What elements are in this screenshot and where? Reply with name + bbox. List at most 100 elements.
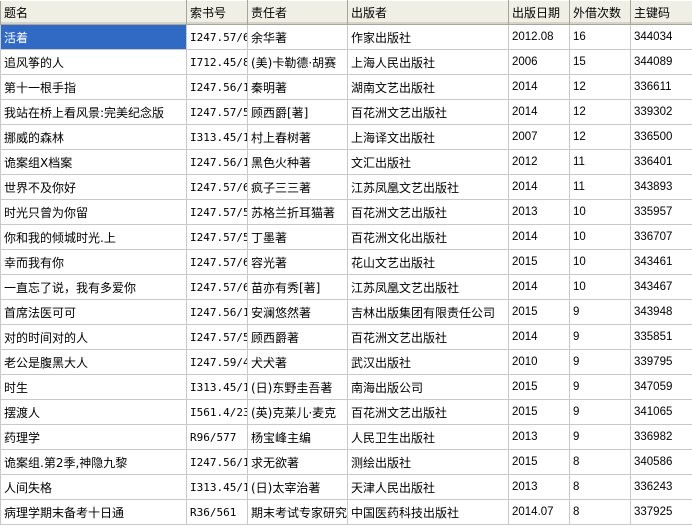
cell-publisher[interactable]: 百花洲文艺出版社 [347, 99, 509, 125]
cell-publisher[interactable]: 江苏凤凰文艺出版社 [347, 274, 509, 300]
cell-loan-count[interactable]: 10 [569, 249, 631, 275]
cell-title[interactable]: 幸而我有你 [0, 249, 187, 275]
cell-publish-date[interactable]: 2014 [508, 324, 570, 350]
cell-loan-count[interactable]: 8 [569, 449, 631, 475]
table-row[interactable]: 病理学期末备考十日通R36/561期末考试专家研究组中国医药科技出版社2014.… [0, 499, 692, 525]
cell-author[interactable]: 期末考试专家研究组 [247, 499, 348, 525]
cell-loan-count[interactable]: 12 [569, 124, 631, 150]
column-header-title[interactable]: 题名 [0, 0, 187, 25]
cell-key[interactable]: 336707 [630, 224, 692, 250]
cell-call-number[interactable]: I247.57/62 [186, 174, 248, 200]
cell-title[interactable]: 诡案组.第2季,神隐九黎 [0, 449, 187, 475]
cell-call-number[interactable]: I247.56/10 [186, 149, 248, 175]
cell-key[interactable]: 335851 [630, 324, 692, 350]
cell-call-number[interactable]: I247.57/58 [186, 324, 248, 350]
cell-publisher[interactable]: 人民卫生出版社 [347, 424, 509, 450]
cell-author[interactable]: 丁墨著 [247, 224, 348, 250]
cell-title[interactable]: 时光只曾为你留 [0, 199, 187, 225]
cell-publish-date[interactable]: 2014 [508, 174, 570, 200]
cell-call-number[interactable]: I313.45/19 [186, 374, 248, 400]
table-row[interactable]: 对的时间对的人I247.57/58顾西爵著百花洲文艺出版社20149335851 [0, 324, 692, 350]
column-header-key[interactable]: 主键码 [630, 0, 692, 25]
cell-loan-count[interactable]: 11 [569, 174, 631, 200]
cell-publish-date[interactable]: 2012 [508, 149, 570, 175]
cell-loan-count[interactable]: 9 [569, 299, 631, 325]
table-row[interactable]: 追风筝的人I712.45/84(美)卡勒德·胡赛上海人民出版社200615344… [0, 49, 692, 75]
cell-publisher[interactable]: 文汇出版社 [347, 149, 509, 175]
cell-loan-count[interactable]: 9 [569, 399, 631, 425]
cell-call-number[interactable]: I313.45/15 [186, 124, 248, 150]
column-header-publish-date[interactable]: 出版日期 [508, 0, 570, 25]
cell-key[interactable]: 339302 [630, 99, 692, 125]
cell-call-number[interactable]: I247.57/61 [186, 274, 248, 300]
cell-publisher[interactable]: 武汉出版社 [347, 349, 509, 375]
cell-key[interactable]: 336500 [630, 124, 692, 150]
cell-author[interactable]: 黑色火种著 [247, 149, 348, 175]
cell-call-number[interactable]: I313.45/14 [186, 474, 248, 500]
cell-loan-count[interactable]: 10 [569, 274, 631, 300]
cell-title[interactable]: 病理学期末备考十日通 [0, 499, 187, 525]
cell-call-number[interactable]: I247.57/62 [186, 24, 248, 50]
cell-key[interactable]: 344089 [630, 49, 692, 75]
cell-author[interactable]: 村上春树著 [247, 124, 348, 150]
table-row[interactable]: 我站在桥上看风景:完美纪念版I247.57/58顾西爵[著]百花洲文艺出版社20… [0, 99, 692, 125]
table-row[interactable]: 活着I247.57/62余华著作家出版社2012.0816344034 [0, 24, 692, 50]
cell-publisher[interactable]: 花山文艺出版社 [347, 249, 509, 275]
cell-author[interactable]: 秦明著 [247, 74, 348, 100]
cell-publish-date[interactable]: 2010 [508, 349, 570, 375]
table-row[interactable]: 你和我的倾城时光.上I247.57/57丁墨著百花洲文化出版社201410336… [0, 224, 692, 250]
cell-key[interactable]: 340586 [630, 449, 692, 475]
cell-title[interactable]: 药理学 [0, 424, 187, 450]
cell-title[interactable]: 追风筝的人 [0, 49, 187, 75]
cell-author[interactable]: 安澜悠然著 [247, 299, 348, 325]
cell-author[interactable]: 求无欲著 [247, 449, 348, 475]
table-row[interactable]: 诡案组.第2季,神隐九黎I247.56/10求无欲著测绘出版社201583405… [0, 449, 692, 475]
cell-title[interactable]: 我站在桥上看风景:完美纪念版 [0, 99, 187, 125]
cell-author[interactable]: 顾西爵著 [247, 324, 348, 350]
cell-publish-date[interactable]: 2015 [508, 399, 570, 425]
cell-publisher[interactable]: 上海译文出版社 [347, 124, 509, 150]
cell-publish-date[interactable]: 2014 [508, 99, 570, 125]
cell-publisher[interactable]: 吉林出版集团有限责任公司 [347, 299, 509, 325]
cell-author[interactable]: 余华著 [247, 24, 348, 50]
cell-publish-date[interactable]: 2013 [508, 199, 570, 225]
cell-key[interactable]: 341065 [630, 399, 692, 425]
cell-key[interactable]: 336982 [630, 424, 692, 450]
cell-title[interactable]: 首席法医可可 [0, 299, 187, 325]
cell-publisher[interactable]: 上海人民出版社 [347, 49, 509, 75]
cell-loan-count[interactable]: 8 [569, 499, 631, 525]
cell-key[interactable]: 343461 [630, 249, 692, 275]
cell-loan-count[interactable]: 10 [569, 224, 631, 250]
cell-author[interactable]: (日)太宰治著 [247, 474, 348, 500]
cell-publish-date[interactable]: 2012.08 [508, 24, 570, 50]
cell-publish-date[interactable]: 2014 [508, 224, 570, 250]
cell-publisher[interactable]: 中国医药科技出版社 [347, 499, 509, 525]
table-row[interactable]: 诡案组X档案I247.56/10黑色火种著文汇出版社201211336401 [0, 149, 692, 175]
cell-author[interactable]: 顾西爵[著] [247, 99, 348, 125]
table-row[interactable]: 人间失格I313.45/14(日)太宰治著天津人民出版社20138336243 [0, 474, 692, 500]
cell-author[interactable]: (日)东野圭吾著 [247, 374, 348, 400]
cell-title[interactable]: 诡案组X档案 [0, 149, 187, 175]
cell-call-number[interactable]: I247.57/61 [186, 249, 248, 275]
table-row[interactable]: 一直忘了说，我有多爱你I247.57/61苗亦有秀[著]江苏凤凰文艺出版社201… [0, 274, 692, 300]
cell-title[interactable]: 老公是腹黑大人 [0, 349, 187, 375]
cell-publish-date[interactable]: 2007 [508, 124, 570, 150]
cell-publish-date[interactable]: 2013 [508, 474, 570, 500]
cell-publish-date[interactable]: 2006 [508, 49, 570, 75]
cell-loan-count[interactable]: 11 [569, 149, 631, 175]
cell-key[interactable]: 336243 [630, 474, 692, 500]
cell-author[interactable]: 杨宝峰主编 [247, 424, 348, 450]
table-row[interactable]: 第十一根手指I247.56/10秦明著湖南文艺出版社201412336611 [0, 74, 692, 100]
cell-key[interactable]: 343467 [630, 274, 692, 300]
table-row[interactable]: 时光只曾为你留I247.57/58苏格兰折耳猫著百花洲文艺出版社20131033… [0, 199, 692, 225]
cell-publish-date[interactable]: 2015 [508, 374, 570, 400]
cell-publisher[interactable]: 作家出版社 [347, 24, 509, 50]
table-row[interactable]: 挪威的森林I313.45/15村上春树著上海译文出版社200712336500 [0, 124, 692, 150]
cell-loan-count[interactable]: 9 [569, 349, 631, 375]
cell-key[interactable]: 343893 [630, 174, 692, 200]
cell-title[interactable]: 挪威的森林 [0, 124, 187, 150]
cell-title[interactable]: 对的时间对的人 [0, 324, 187, 350]
cell-key[interactable]: 339795 [630, 349, 692, 375]
cell-loan-count[interactable]: 12 [569, 74, 631, 100]
cell-title[interactable]: 人间失格 [0, 474, 187, 500]
